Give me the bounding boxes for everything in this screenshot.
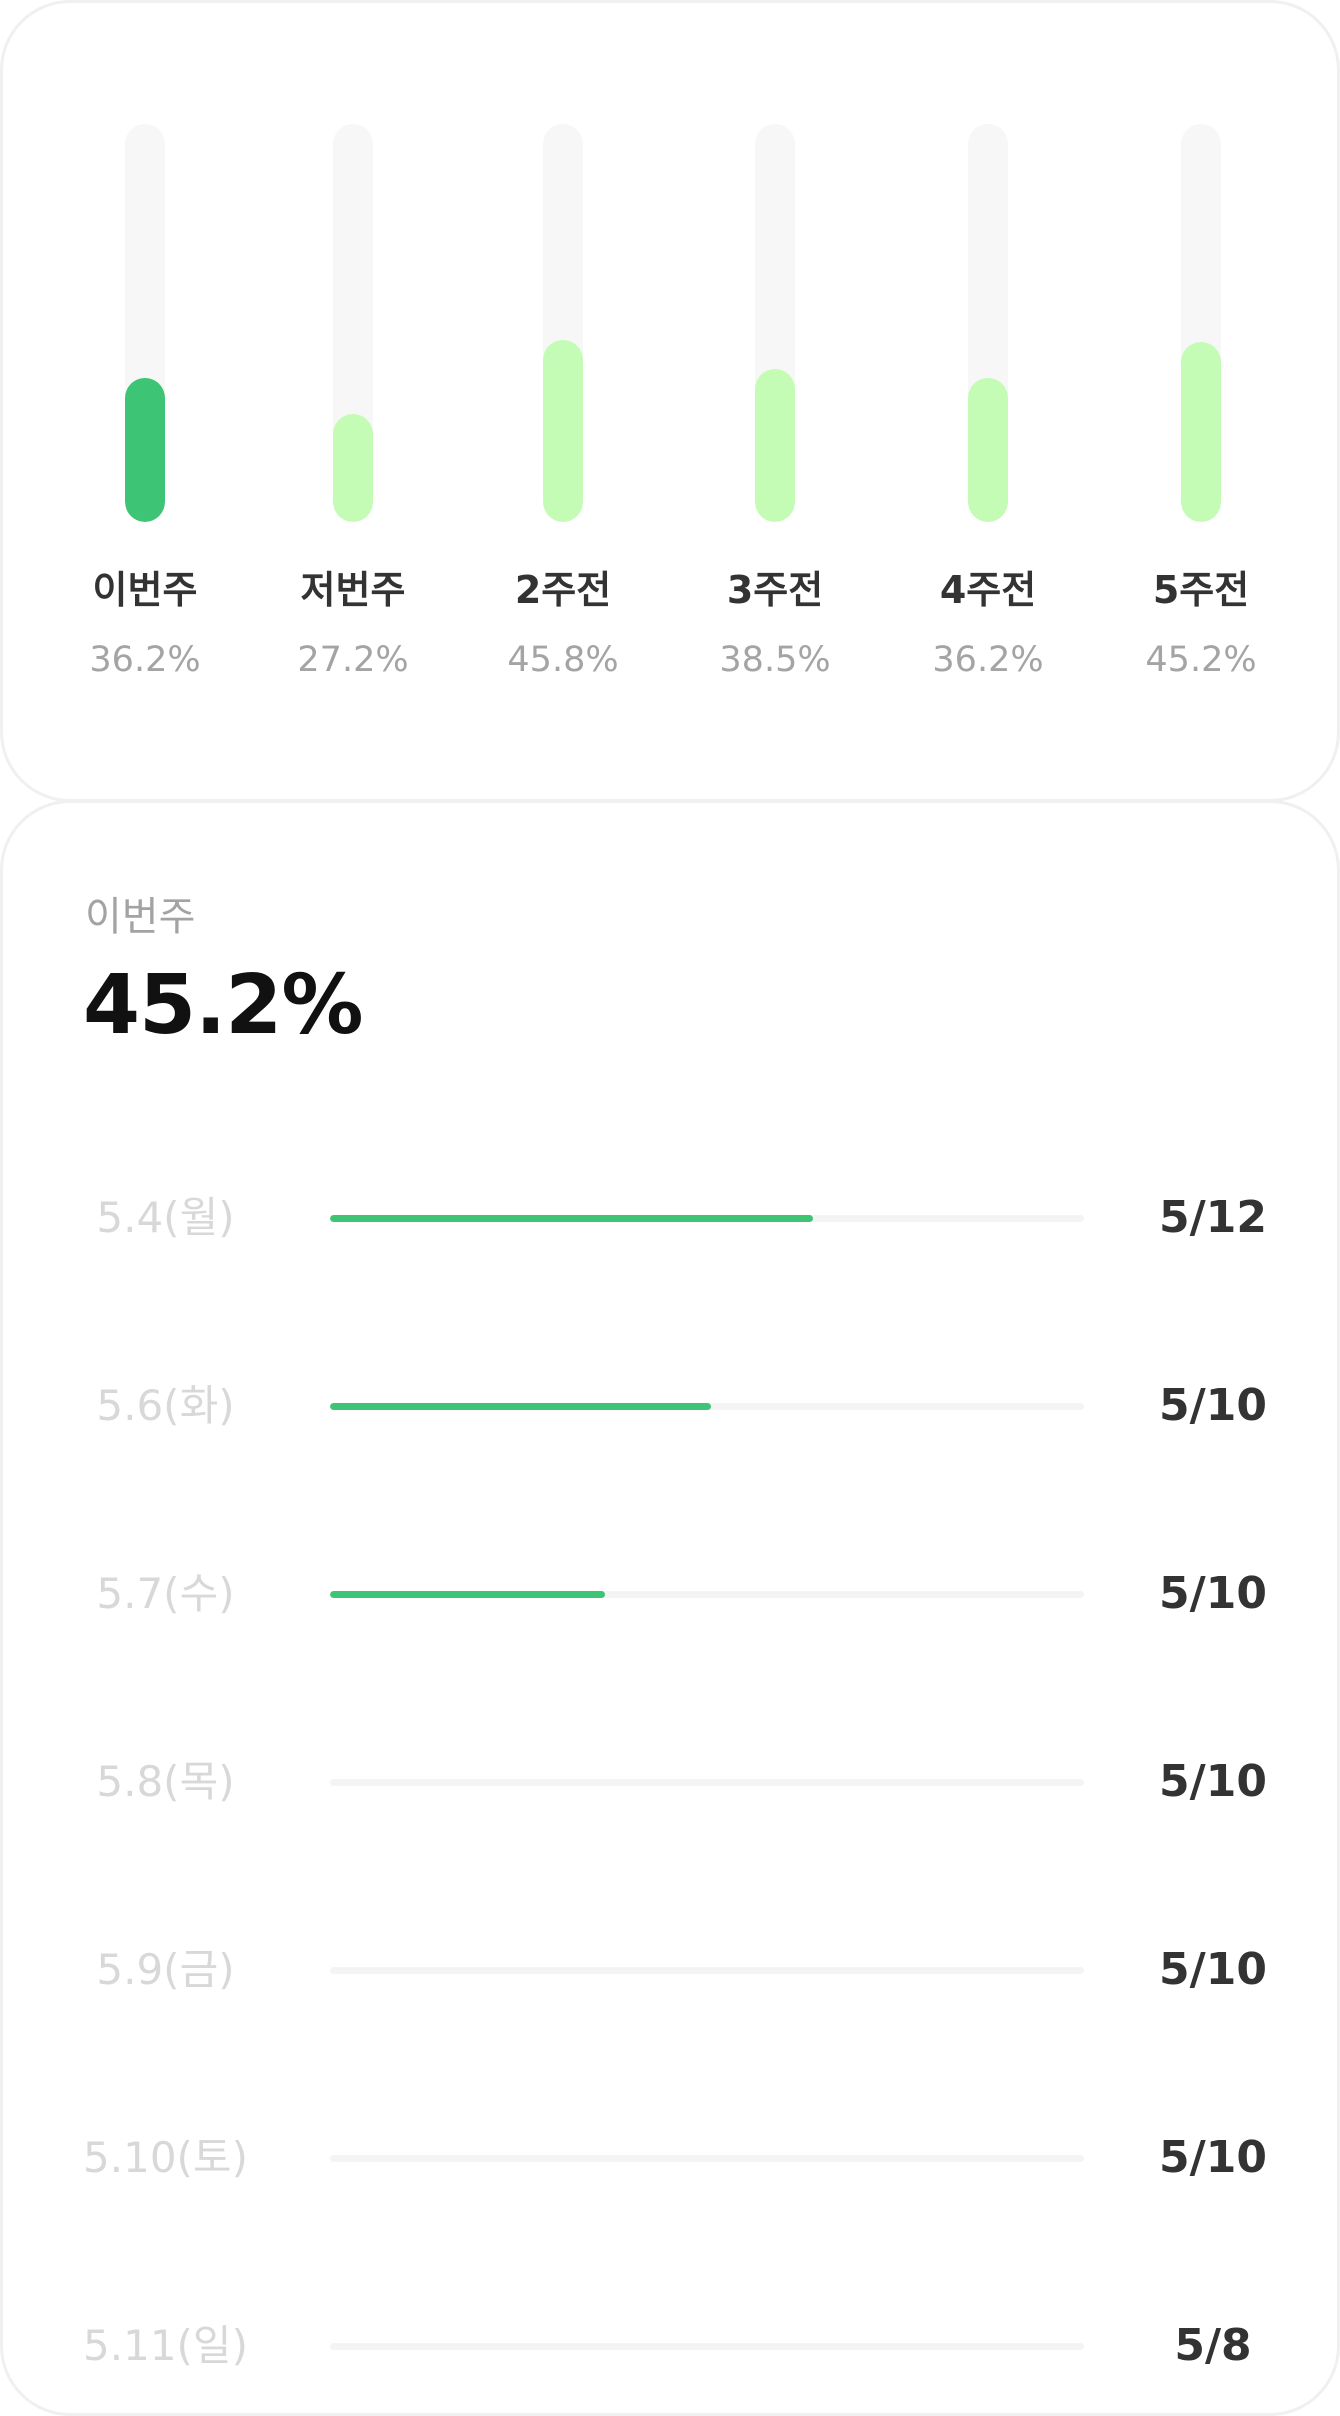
week-label: 3주전 — [726, 568, 824, 612]
daily-caption: 이번주 — [85, 894, 196, 940]
week-column[interactable]: 5주전 45.2% — [1111, 3, 1291, 703]
day-row[interactable]: 5.9(금) 5/10 — [3, 1930, 1340, 2010]
week-label: 4주전 — [939, 568, 1037, 612]
day-progress-fill — [330, 1403, 711, 1410]
week-bar-fill — [543, 339, 583, 522]
week-column[interactable]: 2주전 45.8% — [473, 3, 653, 703]
week-bar-fill — [1181, 342, 1221, 522]
week-bar-track — [125, 124, 165, 522]
week-bar-fill — [333, 413, 373, 522]
daily-total-percent: 45.2% — [83, 958, 363, 1053]
week-percent: 36.2% — [932, 640, 1044, 680]
day-progress-track — [330, 1403, 1084, 1410]
day-progress-track — [330, 2155, 1084, 2162]
week-label: 2주전 — [514, 568, 612, 612]
day-progress-track — [330, 2343, 1084, 2350]
week-bar-track — [333, 124, 373, 522]
day-progress-track — [330, 1591, 1084, 1598]
week-percent: 45.8% — [507, 640, 619, 680]
day-date: 5.7(수) — [96, 1569, 235, 1618]
week-bar-track — [543, 124, 583, 522]
week-column[interactable]: 이번주 36.2% — [55, 3, 235, 703]
day-date: 5.11(일) — [83, 2321, 248, 2370]
day-count: 5/12 — [1159, 1192, 1267, 1243]
day-progress-fill — [330, 1215, 813, 1222]
week-label: 이번주 — [92, 568, 198, 612]
week-percent: 27.2% — [297, 640, 409, 680]
day-row[interactable]: 5.4(월) 5/12 — [3, 1178, 1340, 1258]
day-progress-track — [330, 1967, 1084, 1974]
day-date: 5.8(목) — [96, 1757, 235, 1806]
day-progress-track — [330, 1779, 1084, 1786]
week-bar-fill — [968, 377, 1008, 522]
weekly-chart-card: 이번주 36.2% 저번주 27.2% 2주전 45.8% 3주전 38.5% … — [0, 0, 1340, 802]
day-row[interactable]: 5.7(수) 5/10 — [3, 1554, 1340, 1634]
week-label: 저번주 — [300, 568, 406, 612]
week-label: 5주전 — [1152, 568, 1250, 612]
day-count: 5/10 — [1159, 1568, 1267, 1619]
day-progress-fill — [330, 1591, 606, 1598]
week-percent: 38.5% — [719, 640, 831, 680]
day-progress-track — [330, 1215, 1084, 1222]
day-date: 5.4(월) — [96, 1193, 235, 1242]
day-row[interactable]: 5.6(화) 5/10 — [3, 1366, 1340, 1446]
day-date: 5.9(금) — [96, 1945, 235, 1994]
day-row[interactable]: 5.11(일) 5/8 — [3, 2306, 1340, 2386]
week-bar-track — [968, 124, 1008, 522]
week-column[interactable]: 저번주 27.2% — [263, 3, 443, 703]
day-count: 5/10 — [1159, 2132, 1267, 2183]
day-count: 5/10 — [1159, 1756, 1267, 1807]
week-bar-fill — [755, 368, 795, 522]
daily-progress-card: 이번주 45.2% 5.4(월) 5/12 5.6(화) 5/10 5.7(수)… — [0, 800, 1340, 2416]
day-row[interactable]: 5.10(토) 5/10 — [3, 2118, 1340, 2198]
week-column[interactable]: 3주전 38.5% — [685, 3, 865, 703]
day-count: 5/8 — [1174, 2320, 1252, 2371]
day-date: 5.6(화) — [96, 1381, 235, 1430]
week-percent: 45.2% — [1145, 640, 1257, 680]
week-column[interactable]: 4주전 36.2% — [898, 3, 1078, 703]
day-count: 5/10 — [1159, 1380, 1267, 1431]
week-percent: 36.2% — [89, 640, 201, 680]
week-bar-fill — [125, 377, 165, 522]
day-count: 5/10 — [1159, 1944, 1267, 1995]
day-date: 5.10(토) — [83, 2133, 248, 2182]
week-bar-track — [755, 124, 795, 522]
day-row[interactable]: 5.8(목) 5/10 — [3, 1742, 1340, 1822]
week-bar-track — [1181, 124, 1221, 522]
